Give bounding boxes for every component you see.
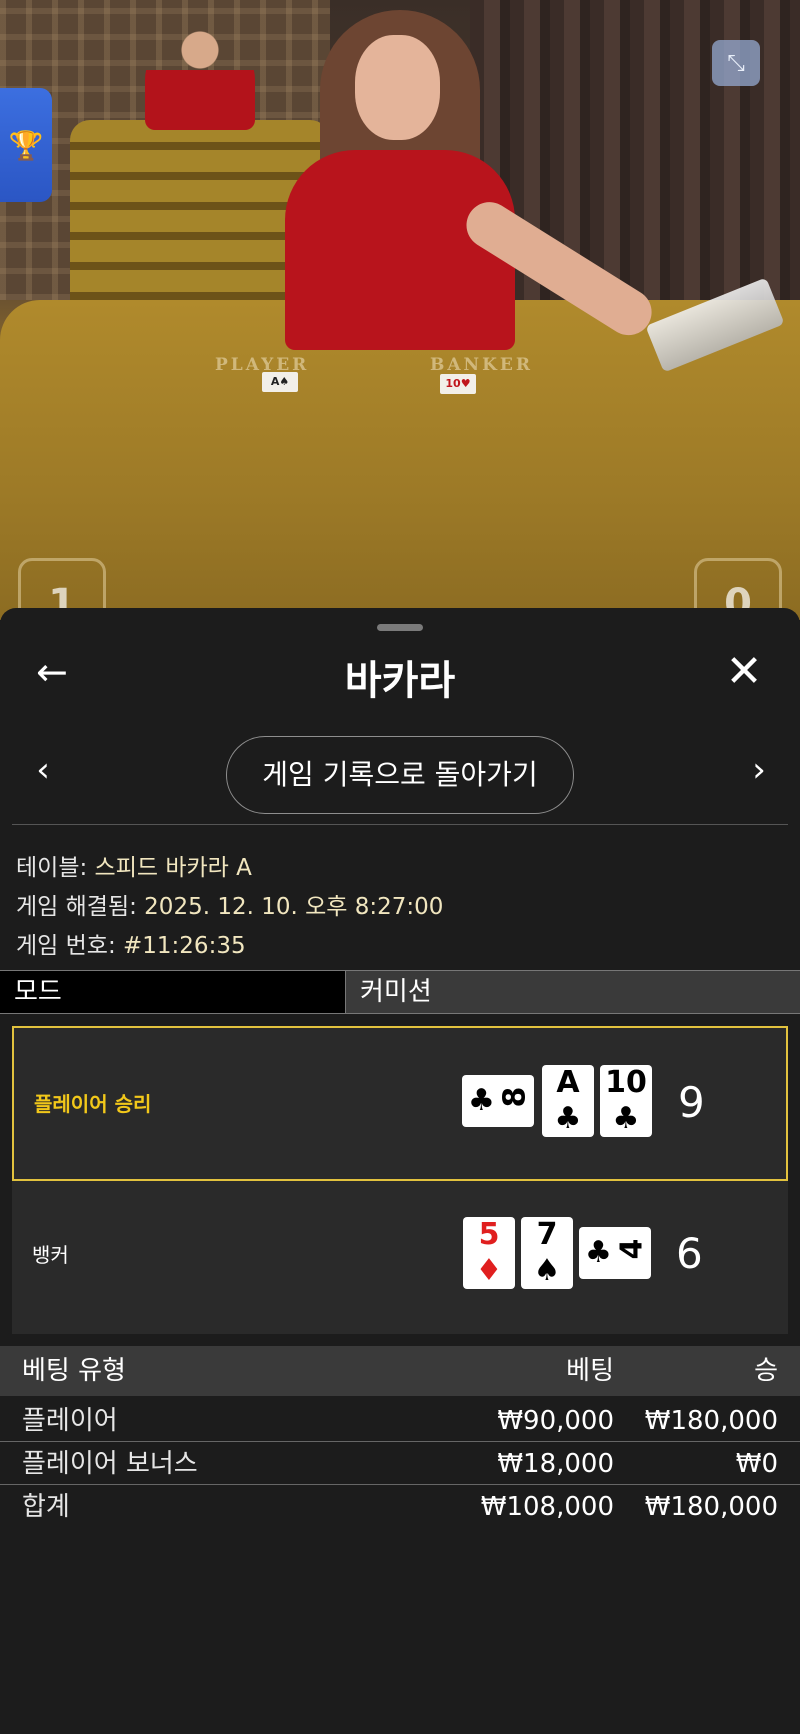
player-outcome-label: 플레이어 승리	[34, 1092, 152, 1116]
card-rank: 5	[478, 1217, 500, 1252]
card-suit: ♣	[554, 1101, 582, 1136]
win-amount-header: 승	[754, 1356, 778, 1386]
card-suit: ♣	[468, 1083, 495, 1118]
mode-row: 모드 커미션	[0, 970, 800, 1014]
bet-amount: ₩90,000	[497, 1406, 614, 1436]
playing-card: ♣ 8	[462, 1075, 534, 1127]
felt-card: A♠	[262, 372, 298, 392]
table-info: 테이블: 스피드 바카라 A	[16, 848, 252, 882]
resolved-value: 2025. 12. 10. 오후 8:27:00	[144, 894, 444, 920]
card-suit: ♠	[533, 1253, 561, 1288]
bets-table-header: 베팅 유형 베팅 승	[0, 1346, 800, 1396]
game-detail-sheet: ← 바카라 ✕ ‹ 게임 기록으로 돌아가기 › 테이블: 스피드 바카라 A …	[0, 608, 800, 1734]
card-rank: 7	[536, 1217, 558, 1252]
card-suit: ♣	[585, 1235, 612, 1270]
sheet-drag-handle[interactable]	[377, 624, 423, 631]
resolved-label: 게임 해결됨:	[16, 894, 145, 920]
card-rank: 4	[614, 1238, 650, 1260]
card-rank: 8	[497, 1086, 533, 1108]
game-number-value: #11:26:35	[123, 933, 246, 959]
back-to-history-button[interactable]: 게임 기록으로 돌아가기	[226, 736, 574, 814]
bet-type-header: 베팅 유형	[22, 1356, 126, 1386]
banker-outcome-row: 뱅커 5 ♦ 7 ♠ ♣ 4 6	[12, 1179, 788, 1334]
banker-outcome-label: 뱅커	[32, 1243, 69, 1267]
card-suit: ♣	[612, 1101, 640, 1136]
table-row: 플레이어 ₩90,000 ₩180,000	[0, 1400, 800, 1442]
card-suit: ♦	[475, 1253, 503, 1288]
table-value: 스피드 바카라 A	[94, 855, 252, 881]
card-rank: A	[556, 1065, 580, 1100]
chevron-right-icon[interactable]: ›	[744, 750, 774, 790]
resolved-info: 게임 해결됨: 2025. 12. 10. 오후 8:27:00	[16, 887, 443, 921]
bet-type: 플레이어	[22, 1406, 118, 1436]
playing-card: 5 ♦	[463, 1217, 515, 1289]
game-number-info: 게임 번호: #11:26:35	[16, 926, 246, 960]
playing-card: A ♣	[542, 1065, 594, 1137]
bet-amount: ₩18,000	[497, 1449, 614, 1479]
player-outcome-row: 플레이어 승리 ♣ 8 A ♣ 10 ♣ 9	[12, 1026, 788, 1181]
chevron-left-icon[interactable]: ‹	[28, 750, 58, 790]
player-score: 9	[678, 1078, 705, 1127]
felt-card: 10♥	[440, 374, 476, 394]
live-video-stream: PLAYER BANKER A♠ 10♥ 🏆 ⤡ 1 0	[0, 0, 800, 620]
table-label: 테이블:	[16, 855, 95, 881]
total-label: 합계	[22, 1492, 70, 1522]
playing-card: ♣ 4	[579, 1227, 651, 1279]
total-bet: ₩108,000	[480, 1492, 614, 1522]
minimize-icon[interactable]: ⤡	[712, 40, 760, 86]
total-row: 합계 ₩108,000 ₩180,000	[0, 1486, 800, 1528]
table-row: 플레이어 보너스 ₩18,000 ₩0	[0, 1443, 800, 1485]
win-amount: ₩180,000	[644, 1406, 778, 1436]
background-dealer	[145, 30, 255, 130]
outcome-area: 플레이어 승리 ♣ 8 A ♣ 10 ♣ 9 뱅커 5 ♦ 7 ♠ ♣ 4 6	[12, 1026, 788, 1334]
divider	[12, 824, 788, 825]
banker-score: 6	[676, 1229, 703, 1278]
card-rank: 10	[605, 1065, 647, 1100]
bet-amount-header: 베팅	[566, 1356, 614, 1386]
close-icon[interactable]: ✕	[722, 650, 766, 696]
mode-label: 모드	[0, 971, 346, 1013]
trophy-icon[interactable]: 🏆	[0, 88, 52, 202]
dealer	[285, 10, 515, 350]
page-title: 바카라	[344, 658, 456, 704]
felt-banker-label: BANKER	[430, 355, 533, 375]
playing-card: 10 ♣	[600, 1065, 652, 1137]
game-number-label: 게임 번호:	[16, 933, 124, 959]
bet-type: 플레이어 보너스	[22, 1449, 198, 1479]
mode-value: 커미션	[360, 977, 432, 1007]
win-amount: ₩0	[735, 1449, 778, 1479]
playing-card: 7 ♠	[521, 1217, 573, 1289]
total-win: ₩180,000	[644, 1492, 778, 1522]
